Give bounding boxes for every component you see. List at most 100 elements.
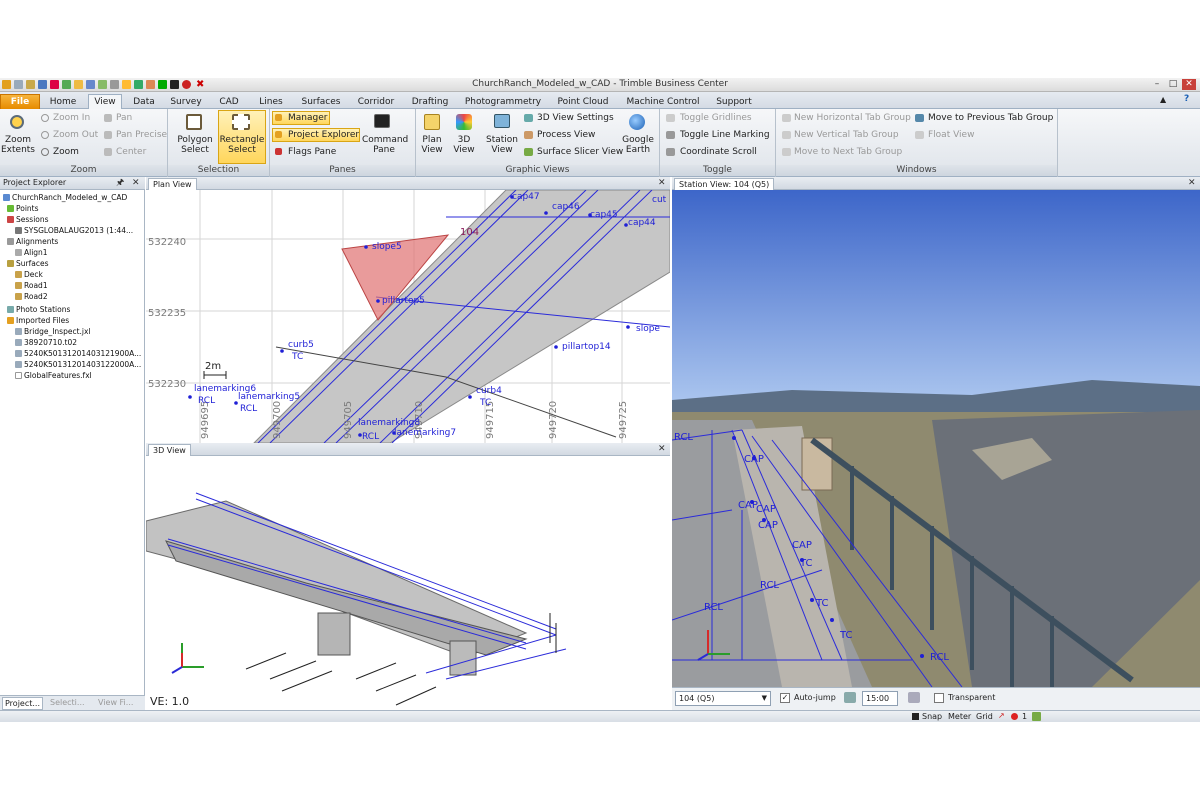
tab-support[interactable]: Support: [712, 94, 756, 109]
tab-photogrammetry[interactable]: Photogrammetry: [460, 94, 546, 109]
tree-item[interactable]: Bridge_Inspect.jxl: [15, 327, 91, 337]
transparent-checkbox[interactable]: [934, 693, 944, 703]
google-earth-button[interactable]: Google Earth: [618, 135, 658, 155]
tab-project[interactable]: Project...: [2, 697, 43, 710]
pin-icon[interactable]: 🖈: [116, 177, 124, 189]
tree-item[interactable]: Deck: [15, 270, 43, 280]
tree-item[interactable]: SYSGLOBALAUG2013 (1:44...: [15, 226, 133, 236]
tree-item[interactable]: 5240K50131201403122000A...: [15, 360, 141, 370]
new-vertical-tab-group-button[interactable]: New Vertical Tab Group: [794, 130, 899, 140]
close-button[interactable]: ✕: [1182, 79, 1196, 90]
zoom-extents-button[interactable]: Zoom Extents: [0, 135, 36, 155]
maximize-button[interactable]: □: [1166, 79, 1180, 90]
snap-toggle[interactable]: Snap: [922, 712, 942, 721]
tree-item[interactable]: 5240K50131201403121900A...: [15, 349, 141, 359]
zoom-button[interactable]: Zoom: [53, 147, 79, 157]
tab-machine-control[interactable]: Machine Control: [620, 94, 706, 109]
tab-surfaces[interactable]: Surfaces: [296, 94, 346, 109]
settings-icon[interactable]: [908, 692, 920, 703]
manager-button[interactable]: Manager: [288, 113, 327, 123]
grid-toggle[interactable]: Grid: [976, 712, 993, 721]
tab-home[interactable]: Home: [44, 94, 82, 109]
plan-view-canvas[interactable]: 532240 532235 532230 949695 949700 94970…: [146, 177, 670, 443]
tab-3d-view[interactable]: 3D View: [148, 444, 191, 456]
toggle-gridlines-button[interactable]: Toggle Gridlines: [680, 113, 752, 123]
tab-plan-view[interactable]: Plan View: [148, 178, 197, 190]
point-label: curb4: [476, 386, 502, 396]
tab-lines[interactable]: Lines: [252, 94, 290, 109]
tab-station-view[interactable]: Station View: 104 (Q5): [674, 178, 775, 190]
pan-precise-button[interactable]: Pan Precise: [116, 130, 167, 140]
surface-slicer-view-button[interactable]: Surface Slicer View: [537, 147, 623, 157]
float-view-button[interactable]: Float View: [928, 130, 974, 140]
tree-item[interactable]: Sessions: [7, 215, 49, 225]
collapse-ribbon-button[interactable]: ▲: [1160, 95, 1166, 104]
tree-item[interactable]: 38920710.t02: [15, 338, 77, 348]
tree-item[interactable]: Road1: [15, 281, 48, 291]
bridge-pier[interactable]: [449, 640, 477, 676]
tree-item[interactable]: Road2: [15, 292, 48, 302]
3d-view-pane[interactable]: 3D View ✕ VE: 1.0: [146, 443, 670, 710]
station-select[interactable]: 104 (Q5) ▼: [675, 691, 771, 706]
minimize-button[interactable]: –: [1150, 79, 1164, 90]
close-icon[interactable]: ✕: [132, 177, 140, 189]
project-explorer-header: Project Explorer 🖈 ✕: [0, 177, 145, 190]
close-icon[interactable]: ✕: [658, 177, 666, 189]
tree-item[interactable]: Surfaces: [7, 259, 48, 269]
time-input[interactable]: 15:00: [862, 691, 898, 706]
zoom-out-button[interactable]: Zoom Out: [53, 130, 98, 140]
move-next-tab-group-button[interactable]: Move to Next Tab Group: [794, 147, 902, 157]
tree-item[interactable]: Imported Files: [7, 316, 69, 326]
3d-view-button[interactable]: 3D View: [448, 135, 480, 155]
help-button[interactable]: ?: [1184, 94, 1189, 104]
station-photo[interactable]: RCL CAP CAP CAP CAP TC RCL RCL TC TC RCL…: [672, 190, 1200, 687]
coordinate-scroll-button[interactable]: Coordinate Scroll: [680, 147, 757, 157]
tree-item[interactable]: Photo Stations: [7, 305, 70, 315]
grid-icon[interactable]: [1032, 712, 1041, 721]
station-view-pane[interactable]: Station View: 104 (Q5) ✕ RCL CAP CAP CAP…: [672, 177, 1200, 710]
station-view-header: Station View: 104 (Q5) ✕: [672, 177, 1200, 190]
command-pane-button[interactable]: Command Pane: [362, 135, 408, 155]
tab-survey[interactable]: Survey: [166, 94, 206, 109]
3d-view-canvas[interactable]: [146, 443, 670, 710]
station-view-button[interactable]: Station View: [484, 135, 520, 155]
tree-item[interactable]: Alignments: [7, 237, 58, 247]
flag-icon[interactable]: [1011, 713, 1018, 720]
point-label: cap46: [552, 202, 580, 212]
units-indicator[interactable]: Meter: [948, 712, 971, 721]
move-previous-tab-group-button[interactable]: Move to Previous Tab Group: [928, 113, 1053, 123]
tab-point-cloud[interactable]: Point Cloud: [552, 94, 614, 109]
tree-item[interactable]: ChurchRanch_Modeled_w_CAD: [3, 193, 127, 203]
tree-item[interactable]: Align1: [15, 248, 48, 258]
zoom-in-button[interactable]: Zoom In: [53, 113, 90, 123]
tab-corridor[interactable]: Corridor: [352, 94, 400, 109]
bridge-pier[interactable]: [317, 612, 351, 656]
flags-pane-button[interactable]: Flags Pane: [288, 147, 336, 157]
close-icon[interactable]: ✕: [1188, 177, 1196, 189]
rectangle-select-button[interactable]: Rectangle Select: [218, 135, 266, 155]
center-button[interactable]: Center: [116, 147, 146, 157]
tree-item[interactable]: GlobalFeatures.fxl: [15, 371, 92, 381]
tab-selection[interactable]: Selecti...: [50, 698, 85, 707]
tree-item[interactable]: Points: [7, 204, 39, 214]
project-explorer-button[interactable]: Project Explorer: [288, 130, 359, 140]
tab-view-filter[interactable]: View Fi...: [98, 698, 133, 707]
tab-data[interactable]: Data: [128, 94, 160, 109]
pan-button[interactable]: Pan: [116, 113, 132, 123]
close-icon[interactable]: ✕: [658, 443, 666, 455]
polygon-select-button[interactable]: Polygon Select: [174, 135, 216, 155]
autojump-checkbox[interactable]: ✓: [780, 693, 790, 703]
plan-view-button[interactable]: Plan View: [416, 135, 448, 155]
new-horizontal-tab-group-button[interactable]: New Horizontal Tab Group: [794, 113, 911, 123]
window-title: ChurchRanch_Modeled_w_CAD - Trimble Busi…: [472, 79, 728, 89]
tab-file[interactable]: File: [0, 94, 40, 109]
easting-label: 949700: [272, 401, 283, 439]
tab-drafting[interactable]: Drafting: [406, 94, 454, 109]
tab-view[interactable]: View: [88, 94, 122, 109]
northing-label: 532235: [148, 308, 186, 319]
process-view-button[interactable]: Process View: [537, 130, 595, 140]
3d-view-settings-button[interactable]: 3D View Settings: [537, 113, 614, 123]
plan-view-pane[interactable]: 532240 532235 532230 949695 949700 94970…: [146, 177, 670, 443]
toggle-line-marking-button[interactable]: Toggle Line Marking: [680, 130, 770, 140]
tab-cad[interactable]: CAD: [212, 94, 246, 109]
